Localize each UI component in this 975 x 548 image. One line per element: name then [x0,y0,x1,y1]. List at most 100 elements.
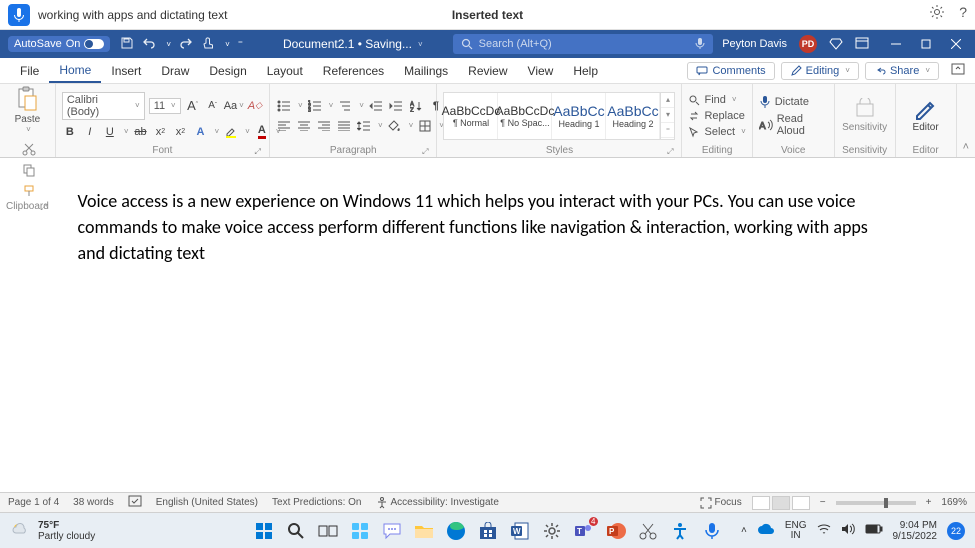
qat-touch-icon[interactable] [201,36,215,53]
paste-button[interactable]: Paste ˅ [9,86,45,134]
zoom-level[interactable]: 169% [941,497,967,508]
battery-icon[interactable] [865,524,883,537]
sort-icon[interactable]: AZ [408,98,424,114]
help-icon[interactable]: ? [959,4,967,25]
format-painter-icon[interactable] [22,184,36,201]
chat-icon[interactable] [380,519,404,543]
text-predictions[interactable]: Text Predictions: On [272,497,361,508]
notification-center[interactable]: 22 [947,522,965,540]
find-button[interactable]: Find˅ [688,94,745,106]
replace-button[interactable]: Replace [688,110,745,122]
start-button[interactable] [252,519,276,543]
change-case-icon[interactable]: Aa˅ [225,98,243,114]
font-family-select[interactable]: Calibri (Body)˅ [62,92,145,120]
search-box[interactable]: Search (Alt+Q) [453,34,713,54]
font-color-icon[interactable]: A [254,124,270,140]
line-spacing-icon[interactable] [356,118,372,134]
read-mode-icon[interactable] [752,496,770,510]
redo-icon[interactable] [179,36,193,53]
store-icon[interactable] [476,519,500,543]
text-effects-icon[interactable]: A [192,124,208,140]
subscript-button[interactable]: x2 [152,124,168,140]
italic-button[interactable]: I [82,124,98,140]
clear-formatting-icon[interactable]: A◇ [247,98,263,114]
edge-icon[interactable] [444,519,468,543]
user-name[interactable]: Peyton Davis [722,38,787,50]
copy-icon[interactable] [22,163,36,180]
zoom-slider[interactable] [836,501,916,505]
justify-icon[interactable] [336,118,352,134]
styles-gallery[interactable]: AaBbCcDc¶ Normal AaBbCcDc¶ No Spac... Aa… [443,92,675,140]
superscript-button[interactable]: x2 [172,124,188,140]
font-size-select[interactable]: 11˅ [149,98,181,114]
tab-draw[interactable]: Draw [151,58,199,83]
close-button[interactable] [941,30,971,58]
style-heading2[interactable]: AaBbCcHeading 2 [606,93,660,139]
shading-icon[interactable] [387,118,403,134]
tab-layout[interactable]: Layout [257,58,313,83]
styles-scroll-down[interactable]: ▾ [661,108,674,123]
cut-icon[interactable] [22,142,36,159]
language-indicator[interactable]: English (United States) [156,497,258,508]
user-avatar[interactable]: PD [799,35,817,53]
editing-mode-button[interactable]: Editing˅ [781,62,859,80]
tab-design[interactable]: Design [199,58,256,83]
settings-gear-icon[interactable] [929,4,945,25]
tab-references[interactable]: References [313,58,394,83]
sensitivity-button[interactable]: Sensitivity [841,98,889,133]
zoom-out-icon[interactable]: − [820,497,826,508]
web-layout-icon[interactable] [792,496,810,510]
tab-insert[interactable]: Insert [101,58,151,83]
tab-review[interactable]: Review [458,58,517,83]
bullets-icon[interactable] [276,98,292,114]
ribbon-display-options-icon[interactable] [951,63,965,78]
editor-button[interactable]: Editor [902,98,950,133]
styles-expand[interactable]: ⁼ [661,123,674,138]
language-switcher[interactable]: ENGIN [785,521,807,541]
weather-widget[interactable]: 75°FPartly cloudy [10,520,95,542]
autosave-toggle[interactable]: AutoSave On [8,36,110,52]
focus-mode[interactable]: Focus [700,497,742,509]
search-taskbar-icon[interactable] [284,519,308,543]
share-button[interactable]: Share˅ [865,62,939,80]
tab-home[interactable]: Home [49,58,101,83]
spell-check-icon[interactable] [128,495,142,510]
highlight-icon[interactable] [223,124,239,140]
align-right-icon[interactable] [316,118,332,134]
powerpoint-icon[interactable]: P [604,519,628,543]
word-count[interactable]: 38 words [73,497,114,508]
bold-button[interactable]: B [62,124,78,140]
minimize-button[interactable] [881,30,911,58]
align-left-icon[interactable] [276,118,292,134]
style-normal[interactable]: AaBbCcDc¶ Normal [444,93,498,139]
style-no-spacing[interactable]: AaBbCcDc¶ No Spac... [498,93,552,139]
accessibility-check[interactable]: Accessibility: Investigate [376,497,499,509]
onedrive-icon[interactable] [757,523,775,538]
clock[interactable]: 9:04 PM9/15/2022 [893,520,938,542]
save-icon[interactable] [120,36,134,53]
styles-scroll-up[interactable]: ▴ [661,93,674,108]
document-name[interactable]: Document2.1 • Saving...˅ [283,37,423,51]
select-button[interactable]: Select˅ [688,126,745,138]
widgets-icon[interactable] [348,519,372,543]
dictate-button[interactable]: Dictate [759,95,828,109]
teams-icon[interactable]: T4 [572,519,596,543]
decrease-indent-icon[interactable] [368,98,384,114]
grow-font-icon[interactable]: Aˆ [185,98,201,114]
ribbon-mode-icon[interactable] [855,37,869,52]
tab-file[interactable]: File [10,58,49,83]
word-icon[interactable]: W [508,519,532,543]
document-body-text[interactable]: Voice access is a new experience on Wind… [78,188,898,266]
read-aloud-button[interactable]: ARead Aloud [759,113,828,137]
microphone-icon[interactable] [8,4,30,26]
show-hidden-icons[interactable]: ˄ [741,525,747,536]
strikethrough-button[interactable]: ab [132,124,148,140]
collapse-ribbon-icon[interactable]: ˄ [957,84,975,157]
underline-button[interactable]: U [102,124,118,140]
print-layout-icon[interactable] [772,496,790,510]
tab-view[interactable]: View [518,58,564,83]
maximize-button[interactable] [911,30,941,58]
tab-mailings[interactable]: Mailings [394,58,458,83]
page-indicator[interactable]: Page 1 of 4 [8,497,59,508]
snipping-tool-icon[interactable] [636,519,660,543]
